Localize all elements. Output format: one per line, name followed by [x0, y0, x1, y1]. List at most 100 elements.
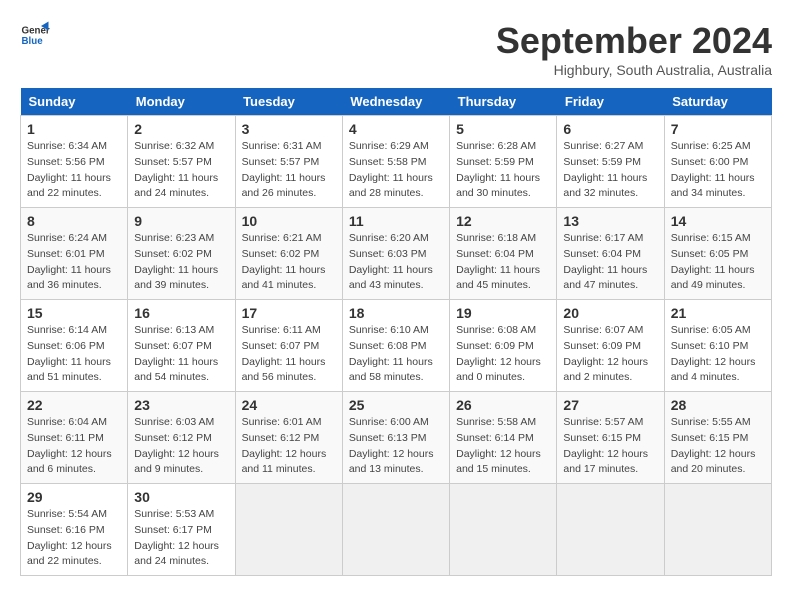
- day-number: 28: [671, 397, 765, 413]
- header-friday: Friday: [557, 88, 664, 116]
- day-number: 25: [349, 397, 443, 413]
- calendar-cell: 6 Sunrise: 6:27 AMSunset: 5:59 PMDaylight…: [557, 116, 664, 208]
- header-thursday: Thursday: [450, 88, 557, 116]
- calendar-cell: 2Sunrise: 6:32 AMSunset: 5:57 PMDaylight…: [128, 116, 235, 208]
- day-info: Sunrise: 6:31 AMSunset: 5:57 PMDaylight:…: [242, 139, 336, 202]
- header-tuesday: Tuesday: [235, 88, 342, 116]
- week-row-2: 8 Sunrise: 6:24 AMSunset: 6:01 PMDaylight…: [21, 208, 772, 300]
- day-number: 15: [27, 305, 121, 321]
- week-row-3: 15 Sunrise: 6:14 AMSunset: 6:06 PMDayligh…: [21, 300, 772, 392]
- day-number: 18: [349, 305, 443, 321]
- header-monday: Monday: [128, 88, 235, 116]
- day-number: 1: [27, 121, 121, 137]
- calendar-cell: 15 Sunrise: 6:14 AMSunset: 6:06 PMDayligh…: [21, 300, 128, 392]
- day-number: 29: [27, 489, 121, 505]
- page-header: General Blue September 2024 Highbury, So…: [20, 20, 772, 78]
- day-number: 16: [134, 305, 228, 321]
- calendar-cell: 14 Sunrise: 6:15 AMSunset: 6:05 PMDayligh…: [664, 208, 771, 300]
- calendar-cell: 13 Sunrise: 6:17 AMSunset: 6:04 PMDayligh…: [557, 208, 664, 300]
- day-info: Sunrise: 6:05 AMSunset: 6:10 PMDaylight:…: [671, 323, 765, 386]
- calendar-cell: 7 Sunrise: 6:25 AMSunset: 6:00 PMDaylight…: [664, 116, 771, 208]
- day-number: 27: [563, 397, 657, 413]
- calendar-cell: 26Sunrise: 5:58 AMSunset: 6:14 PMDayligh…: [450, 392, 557, 484]
- logo-icon: General Blue: [20, 20, 50, 50]
- calendar-cell: 22 Sunrise: 6:04 AMSunset: 6:11 PMDayligh…: [21, 392, 128, 484]
- day-info: Sunrise: 5:54 AMSunset: 6:16 PMDaylight:…: [27, 507, 121, 570]
- day-info: Sunrise: 6:00 AMSunset: 6:13 PMDaylight:…: [349, 415, 443, 478]
- day-number: 21: [671, 305, 765, 321]
- day-number: 14: [671, 213, 765, 229]
- calendar-cell: 30Sunrise: 5:53 AMSunset: 6:17 PMDayligh…: [128, 484, 235, 576]
- day-number: 22: [27, 397, 121, 413]
- day-number: 23: [134, 397, 228, 413]
- day-number: 19: [456, 305, 550, 321]
- day-number: 9: [134, 213, 228, 229]
- day-number: 12: [456, 213, 550, 229]
- day-info: Sunrise: 6:03 AMSunset: 6:12 PMDaylight:…: [134, 415, 228, 478]
- day-number: 3: [242, 121, 336, 137]
- day-number: 24: [242, 397, 336, 413]
- day-number: 4: [349, 121, 443, 137]
- day-info: Sunrise: 6:17 AMSunset: 6:04 PMDaylight:…: [563, 231, 657, 294]
- location-title: Highbury, South Australia, Australia: [496, 62, 772, 78]
- day-info: Sunrise: 6:01 AMSunset: 6:12 PMDaylight:…: [242, 415, 336, 478]
- calendar-cell: 4 Sunrise: 6:29 AMSunset: 5:58 PMDaylight…: [342, 116, 449, 208]
- calendar-cell: [342, 484, 449, 576]
- month-title: September 2024: [496, 20, 772, 62]
- day-info: Sunrise: 6:15 AMSunset: 6:05 PMDaylight:…: [671, 231, 765, 294]
- header-sunday: Sunday: [21, 88, 128, 116]
- calendar-cell: 18 Sunrise: 6:10 AMSunset: 6:08 PMDayligh…: [342, 300, 449, 392]
- day-info: Sunrise: 6:25 AMSunset: 6:00 PMDaylight:…: [671, 139, 765, 202]
- calendar-cell: 1 Sunrise: 6:34 AMSunset: 5:56 PMDaylight…: [21, 116, 128, 208]
- day-number: 11: [349, 213, 443, 229]
- header-wednesday: Wednesday: [342, 88, 449, 116]
- day-info: Sunrise: 6:14 AMSunset: 6:06 PMDaylight:…: [27, 323, 121, 386]
- calendar-cell: [235, 484, 342, 576]
- calendar-cell: 28 Sunrise: 5:55 AMSunset: 6:15 PMDayligh…: [664, 392, 771, 484]
- svg-text:Blue: Blue: [22, 36, 44, 47]
- day-info: Sunrise: 6:24 AMSunset: 6:01 PMDaylight:…: [27, 231, 121, 294]
- day-info: Sunrise: 6:08 AMSunset: 6:09 PMDaylight:…: [456, 323, 550, 386]
- week-row-5: 29 Sunrise: 5:54 AMSunset: 6:16 PMDayligh…: [21, 484, 772, 576]
- calendar-cell: [664, 484, 771, 576]
- day-number: 13: [563, 213, 657, 229]
- day-info: Sunrise: 5:55 AMSunset: 6:15 PMDaylight:…: [671, 415, 765, 478]
- calendar-cell: 12 Sunrise: 6:18 AMSunset: 6:04 PMDayligh…: [450, 208, 557, 300]
- day-number: 20: [563, 305, 657, 321]
- day-info: Sunrise: 6:29 AMSunset: 5:58 PMDaylight:…: [349, 139, 443, 202]
- day-info: Sunrise: 6:04 AMSunset: 6:11 PMDaylight:…: [27, 415, 121, 478]
- day-number: 2: [134, 121, 228, 137]
- day-number: 5: [456, 121, 550, 137]
- calendar-cell: 29 Sunrise: 5:54 AMSunset: 6:16 PMDayligh…: [21, 484, 128, 576]
- calendar-cell: 23 Sunrise: 6:03 AMSunset: 6:12 PMDayligh…: [128, 392, 235, 484]
- calendar-cell: 24 Sunrise: 6:01 AMSunset: 6:12 PMDayligh…: [235, 392, 342, 484]
- calendar-cell: [557, 484, 664, 576]
- day-info: Sunrise: 6:21 AMSunset: 6:02 PMDaylight:…: [242, 231, 336, 294]
- calendar-cell: 27 Sunrise: 5:57 AMSunset: 6:15 PMDayligh…: [557, 392, 664, 484]
- day-info: Sunrise: 6:23 AMSunset: 6:02 PMDaylight:…: [134, 231, 228, 294]
- calendar-cell: 19 Sunrise: 6:08 AMSunset: 6:09 PMDayligh…: [450, 300, 557, 392]
- day-info: Sunrise: 6:13 AMSunset: 6:07 PMDaylight:…: [134, 323, 228, 386]
- day-number: 7: [671, 121, 765, 137]
- calendar-cell: 16 Sunrise: 6:13 AMSunset: 6:07 PMDayligh…: [128, 300, 235, 392]
- week-row-4: 22 Sunrise: 6:04 AMSunset: 6:11 PMDayligh…: [21, 392, 772, 484]
- calendar-cell: 9 Sunrise: 6:23 AMSunset: 6:02 PMDaylight…: [128, 208, 235, 300]
- calendar-cell: 5 Sunrise: 6:28 AMSunset: 5:59 PMDaylight…: [450, 116, 557, 208]
- calendar-cell: 10Sunrise: 6:21 AMSunset: 6:02 PMDayligh…: [235, 208, 342, 300]
- day-number: 8: [27, 213, 121, 229]
- calendar-cell: 3 Sunrise: 6:31 AMSunset: 5:57 PMDaylight…: [235, 116, 342, 208]
- day-info: Sunrise: 6:28 AMSunset: 5:59 PMDaylight:…: [456, 139, 550, 202]
- day-number: 6: [563, 121, 657, 137]
- day-info: Sunrise: 6:27 AMSunset: 5:59 PMDaylight:…: [563, 139, 657, 202]
- day-info: Sunrise: 6:07 AMSunset: 6:09 PMDaylight:…: [563, 323, 657, 386]
- logo: General Blue: [20, 20, 50, 50]
- calendar-cell: 25 Sunrise: 6:00 AMSunset: 6:13 PMDayligh…: [342, 392, 449, 484]
- calendar-table: SundayMondayTuesdayWednesdayThursdayFrid…: [20, 88, 772, 576]
- day-info: Sunrise: 5:57 AMSunset: 6:15 PMDaylight:…: [563, 415, 657, 478]
- calendar-cell: 21 Sunrise: 6:05 AMSunset: 6:10 PMDayligh…: [664, 300, 771, 392]
- day-info: Sunrise: 6:34 AMSunset: 5:56 PMDaylight:…: [27, 139, 121, 202]
- day-info: Sunrise: 6:10 AMSunset: 6:08 PMDaylight:…: [349, 323, 443, 386]
- day-number: 30: [134, 489, 228, 505]
- header-saturday: Saturday: [664, 88, 771, 116]
- day-info: Sunrise: 6:18 AMSunset: 6:04 PMDaylight:…: [456, 231, 550, 294]
